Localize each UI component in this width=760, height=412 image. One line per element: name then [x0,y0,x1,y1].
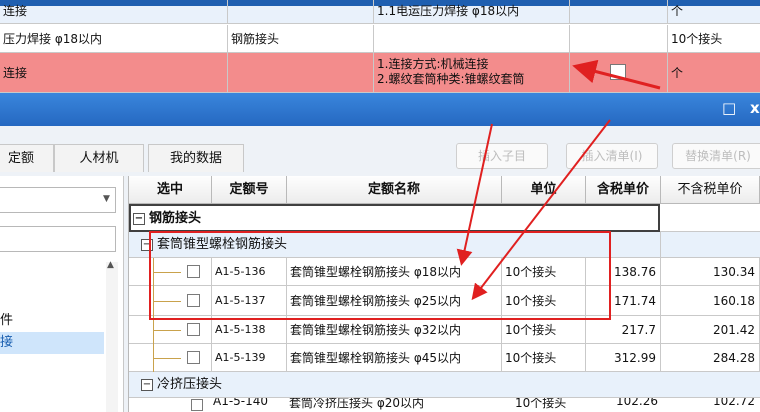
column-header-name[interactable]: 定额名称 [287,176,502,204]
annotation-highlight-box [149,231,611,320]
row-name: 套筒冷挤压接头 φ20以内 [289,398,425,410]
row-name: 套筒锥型螺栓钢筋接头 φ32以内 [287,316,502,344]
row-unit: 10个接头 [502,316,586,344]
top-table-row-highlighted[interactable]: 连接 1.连接方式:机械连接 2.螺纹套筒种类:锥螺纹套筒 个 [0,53,760,93]
top-row-check[interactable] [570,25,668,53]
category-dropdown[interactable]: ▼ [0,187,116,213]
column-header-unit[interactable]: 单位 [502,176,586,204]
left-panel: ▼ ▲ 件 接 [0,176,124,412]
row-checkbox[interactable] [191,399,203,411]
column-header-tax-price[interactable]: 含税单价 [586,176,661,204]
row-notax-price: 160.18 [661,286,760,316]
row-code: A1-5-138 [212,316,287,344]
top-row-check[interactable] [570,0,668,24]
tree-connector [153,358,181,359]
replace-list-button[interactable]: 替换清单(R) [672,143,760,169]
tab-labor-material-machine[interactable]: 人材机 [54,144,144,172]
top-row-type [228,53,374,93]
row-checkbox[interactable] [187,323,200,336]
row-checkbox[interactable] [187,351,200,364]
maximize-icon[interactable]: □ [722,99,736,117]
row-tax-price: 217.7 [586,316,661,344]
tab-quota[interactable]: 定额 [0,144,54,172]
tree-connector [153,330,181,331]
close-icon[interactable]: x [750,99,760,117]
left-tree-scrollbar[interactable]: ▲ [106,260,118,412]
top-row-check[interactable] [570,53,668,93]
left-tree-item[interactable]: 件 [0,310,104,332]
column-header-notax-price[interactable]: 不含税单价 [661,176,760,204]
collapse-icon[interactable]: − [141,378,153,391]
row-tax-price: 312.99 [586,344,661,372]
insert-sub-item-button[interactable]: 插入子目 [456,143,548,169]
desc-line-2: 2.螺纹套筒种类:锥螺纹套筒 [377,72,525,86]
top-row-name: 连接 [0,53,228,93]
chevron-down-icon[interactable]: ▼ [103,194,110,204]
row-unit: 10个接头 [502,344,586,372]
row-checkbox[interactable] [610,64,626,80]
row-notax-price: 201.42 [661,316,760,344]
top-table-row[interactable]: 压力焊接 φ18以内 钢筋接头 10个接头 [0,25,760,53]
column-header-select[interactable]: 选中 [129,176,212,204]
group-row-blank-cell [660,204,760,232]
table-row-partial[interactable]: A1-5-140 套筒冷挤压接头 φ20以内 10个接头 102.26 102.… [129,398,760,412]
row-tax-price: 102.26 [616,398,658,408]
top-row-desc [374,25,570,53]
dialog-title-bar[interactable]: □ x [0,93,760,126]
row-name: 套筒锥型螺栓钢筋接头 φ45以内 [287,344,502,372]
scroll-up-icon[interactable]: ▲ [107,260,114,270]
top-row-type [228,0,374,24]
top-row-unit: 个 [668,0,760,24]
top-table-row[interactable]: 连接 1.1电运压力焊接 φ18以内 个 [0,0,760,24]
top-row-desc: 1.1电运压力焊接 φ18以内 [374,0,570,24]
top-row-name: 连接 [0,0,228,24]
group-row[interactable]: − 钢筋接头 [129,204,660,232]
row-code: A1-5-140 [213,398,269,408]
row-code: A1-5-139 [212,344,287,372]
tab-my-data[interactable]: 我的数据 [148,144,244,172]
collapse-icon[interactable]: − [133,212,145,225]
row-notax-price: 284.28 [661,344,760,372]
top-row-desc: 1.连接方式:机械连接 2.螺纹套筒种类:锥螺纹套筒 [374,53,570,93]
column-header-code[interactable]: 定额号 [212,176,287,204]
subgroup-row-divider [660,232,661,258]
top-row-unit: 个 [668,53,760,93]
desc-line-1: 1.连接方式:机械连接 [377,57,489,71]
top-row-type: 钢筋接头 [228,25,374,53]
search-input[interactable] [0,226,116,252]
left-tree-item-selected[interactable]: 接 [0,332,104,354]
subgroup-label: 冷挤压接头 [157,377,223,392]
row-unit: 10个接头 [515,398,567,410]
row-notax-price: 102.72 [713,398,755,408]
top-row-name: 压力焊接 φ18以内 [0,25,228,53]
row-notax-price: 130.34 [661,258,760,286]
table-row[interactable]: A1-5-138 套筒锥型螺栓钢筋接头 φ32以内 10个接头 217.7 201.42 [129,316,760,344]
subgroup-row[interactable]: − 冷挤压接头 [129,372,760,398]
table-row[interactable]: A1-5-139 套筒锥型螺栓钢筋接头 φ45以内 10个接头 312.99 284.2… [129,344,760,372]
insert-list-button[interactable]: 插入清单(I) [566,143,658,169]
group-label: 钢筋接头 [149,211,202,226]
top-row-unit: 10个接头 [668,25,760,53]
